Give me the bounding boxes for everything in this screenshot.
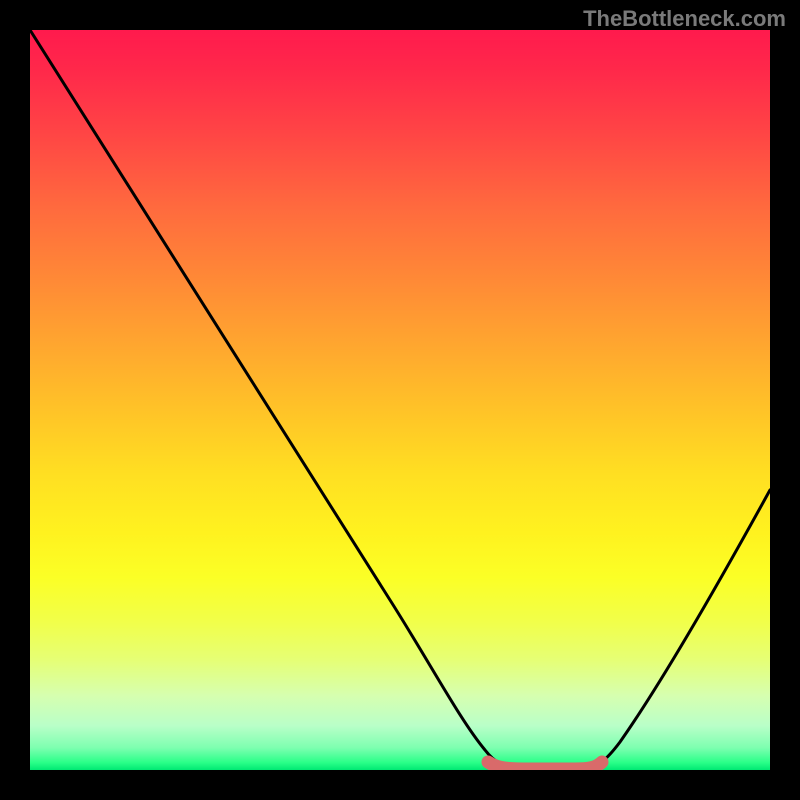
sweet-spot-marker-line <box>488 762 602 769</box>
watermark-text: TheBottleneck.com <box>583 6 786 32</box>
bottleneck-curve-line <box>30 30 770 768</box>
chart-svg <box>30 30 770 770</box>
chart-plot-area <box>30 30 770 770</box>
